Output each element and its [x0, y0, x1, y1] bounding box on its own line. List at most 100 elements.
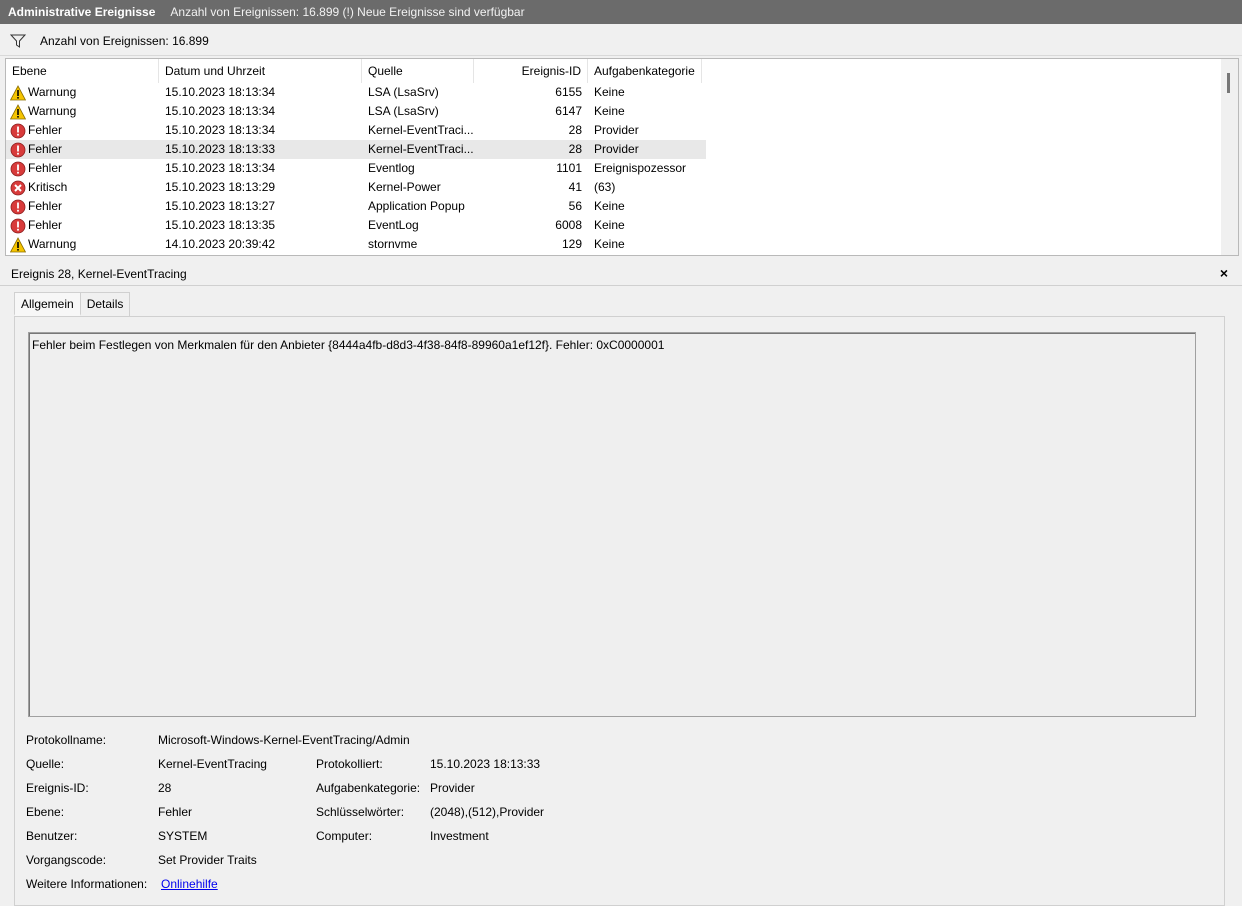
cell-date: 14.10.2023 20:39:42: [165, 237, 276, 251]
view-title: Administrative Ereignisse: [8, 5, 156, 19]
cell-category: Keine: [594, 85, 625, 99]
level-text: Fehler: [28, 142, 63, 156]
table-row[interactable]: Fehler 15.10.2023 18:13:34 Eventlog 1101 Ere…: [6, 159, 706, 178]
cell-source: Kernel-EventTraci...: [368, 142, 474, 156]
prop-label-schluesselwoerter: Schlüsselwörter:: [316, 805, 405, 819]
events-scrollbar[interactable]: [1221, 59, 1238, 255]
cell-date: 15.10.2023 18:13:35: [165, 218, 276, 232]
level-text: Warnung: [28, 85, 77, 99]
error-icon: [10, 161, 26, 177]
prop-value-protokolliert: 15.10.2023 18:13:33: [430, 757, 541, 771]
cell-event-id: 129: [561, 237, 582, 251]
event-message[interactable]: Fehler beim Festlegen von Merkmalen für …: [28, 332, 1196, 717]
level-text: Fehler: [28, 199, 63, 213]
prop-label-aufgabenkategorie: Aufgabenkategorie:: [316, 781, 421, 795]
cell-level: Fehler: [6, 216, 159, 235]
cell-date: 15.10.2023 18:13:34: [165, 85, 276, 99]
cell-category: Provider: [594, 142, 639, 156]
cell-event-id: 6008: [555, 218, 582, 232]
cell-source: stornvme: [368, 237, 418, 251]
critical-icon: [10, 180, 26, 196]
cell-source: LSA (LsaSrv): [368, 85, 439, 99]
cell-level: Fehler: [6, 140, 159, 159]
cell-event-id: 6147: [555, 104, 582, 118]
table-row[interactable]: Fehler 15.10.2023 18:13:33 Kernel-EventTra…: [6, 140, 706, 159]
table-row[interactable]: Warnung 15.10.2023 18:13:34 LSA (LsaSrv) 61…: [6, 102, 706, 121]
prop-value-schluesselwoerter: (2048),(512),Provider: [430, 805, 545, 819]
table-header: Ebene Datum und Uhrzeit Quelle Ereignis-…: [6, 59, 702, 83]
scrollbar-thumb[interactable]: [1227, 73, 1230, 93]
level-text: Kritisch: [28, 180, 68, 194]
prop-label-weitere-informationen: Weitere Informationen:: [26, 877, 148, 891]
column-header-event-id[interactable]: Ereignis-ID: [474, 59, 588, 83]
cell-event-id: 41: [568, 180, 582, 194]
table-row[interactable]: Warnung 15.10.2023 18:13:34 LSA (LsaSrv) 61…: [6, 83, 706, 102]
table-row[interactable]: Fehler 15.10.2023 18:13:34 Kernel-EventTra…: [6, 121, 706, 140]
cell-event-id: 28: [568, 123, 582, 137]
cell-source: Kernel-EventTraci...: [368, 123, 474, 137]
event-message-text: Fehler beim Festlegen von Merkmalen für …: [32, 338, 665, 352]
error-icon: [10, 199, 26, 215]
prop-label-computer: Computer:: [316, 829, 373, 843]
filter-count-label: Anzahl von Ereignissen: 16.899: [40, 34, 209, 48]
cell-date: 15.10.2023 18:13:33: [165, 142, 276, 156]
prop-value-protokollname: Microsoft-Windows-Kernel-EventTracing/Ad…: [158, 733, 410, 747]
tab-details[interactable]: Details: [79, 292, 131, 316]
cell-source: Eventlog: [368, 161, 415, 175]
events-table[interactable]: Ebene Datum und Uhrzeit Quelle Ereignis-…: [5, 58, 1239, 256]
prop-label-protokolliert: Protokolliert:: [316, 757, 383, 771]
prop-value-ereignis-id: 28: [158, 781, 172, 795]
prop-label-benutzer: Benutzer:: [26, 829, 78, 843]
filter-bar: Anzahl von Ereignissen: 16.899: [0, 27, 1242, 56]
cell-event-id: 56: [568, 199, 582, 213]
tab-allgemein[interactable]: Allgemein: [14, 292, 81, 316]
table-row[interactable]: Warnung 14.10.2023 20:39:42 stornvme 129 Kei…: [6, 235, 706, 254]
table-row[interactable]: Fehler 15.10.2023 18:13:35 EventLog 6008 Kei…: [6, 216, 706, 235]
error-icon: [10, 142, 26, 158]
event-detail-header: Ereignis 28, Kernel-EventTracing ×: [0, 262, 1242, 286]
cell-date: 15.10.2023 18:13:34: [165, 161, 276, 175]
detail-scrollbar[interactable]: [1225, 316, 1242, 906]
cell-level: Warnung: [6, 102, 159, 121]
prop-label-quelle: Quelle:: [26, 757, 65, 771]
warning-icon: [9, 103, 27, 120]
cell-level: Fehler: [6, 159, 159, 178]
cell-date: 15.10.2023 18:13:34: [165, 104, 276, 118]
error-icon: [10, 123, 26, 139]
cell-source: Kernel-Power: [368, 180, 441, 194]
level-text: Fehler: [28, 123, 63, 137]
event-detail-title: Ereignis 28, Kernel-EventTracing: [11, 266, 187, 281]
cell-event-id: 28: [568, 142, 582, 156]
close-icon[interactable]: ×: [1220, 265, 1228, 281]
prop-value-benutzer: SYSTEM: [158, 829, 208, 843]
column-header-level[interactable]: Ebene: [6, 59, 159, 83]
cell-category: Keine: [594, 199, 625, 213]
prop-label-vorgangscode: Vorgangscode:: [26, 853, 107, 867]
cell-category: (63): [594, 180, 616, 194]
cell-date: 15.10.2023 18:13:34: [165, 123, 276, 137]
warning-icon: [9, 84, 27, 101]
table-row[interactable]: Kritisch 15.10.2023 18:13:29 Kernel-Power 4…: [6, 178, 706, 197]
level-text: Warnung: [28, 237, 77, 251]
detail-tabs: Allgemein Details: [14, 292, 131, 316]
table-row[interactable]: Fehler 15.10.2023 18:13:27 Application Pop…: [6, 197, 706, 216]
prop-value-computer: Investment: [430, 829, 489, 843]
cell-source: EventLog: [368, 218, 419, 232]
prop-label-protokollname: Protokollname:: [26, 733, 107, 747]
cell-category: Keine: [594, 237, 625, 251]
cell-source: Application Popup: [368, 199, 465, 213]
cell-level: Warnung: [6, 235, 159, 254]
title-bar: Administrative Ereignisse Anzahl von Ere…: [0, 0, 1242, 24]
cell-category: Keine: [594, 104, 625, 118]
event-rows: Warnung 15.10.2023 18:13:34 LSA (LsaSrv) 61…: [6, 83, 706, 254]
cell-category: Keine: [594, 218, 625, 232]
warning-icon: [9, 236, 27, 253]
online-help-link[interactable]: Onlinehilfe: [161, 877, 218, 891]
filter-icon[interactable]: [10, 34, 26, 48]
column-header-source[interactable]: Quelle: [362, 59, 474, 83]
prop-value-ebene: Fehler: [158, 805, 193, 819]
cell-level: Kritisch: [6, 178, 159, 197]
column-header-category[interactable]: Aufgabenkategorie: [588, 59, 702, 83]
prop-value-vorgangscode: Set Provider Traits: [158, 853, 257, 867]
column-header-date[interactable]: Datum und Uhrzeit: [159, 59, 362, 83]
